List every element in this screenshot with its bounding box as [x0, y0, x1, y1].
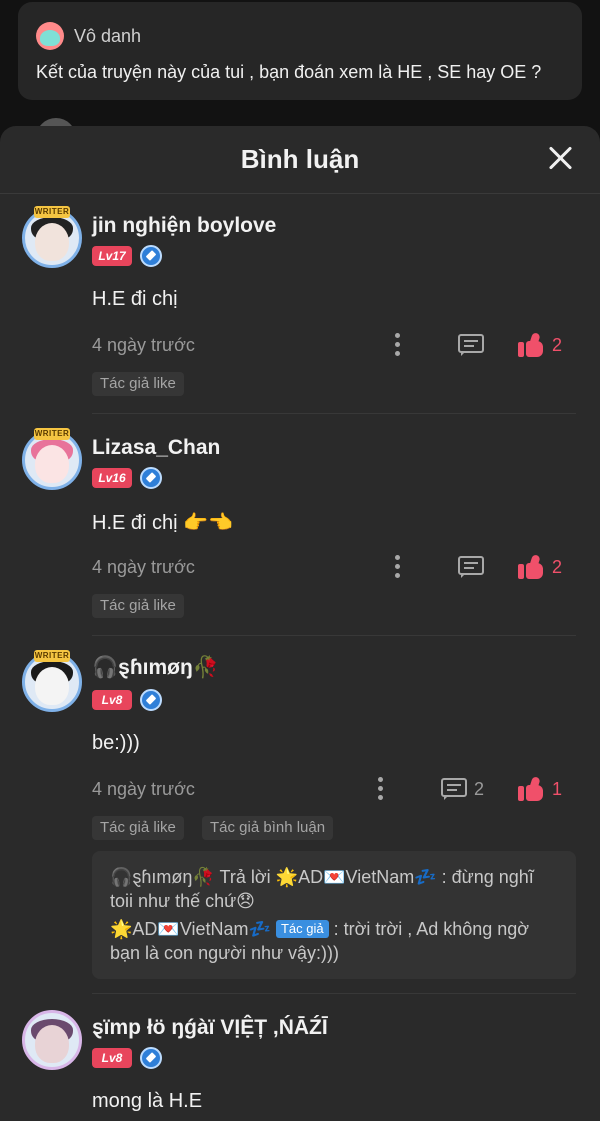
author-liked-tag: Tác giả like [92, 372, 184, 396]
verified-icon [140, 1047, 162, 1069]
author-commented-tag: Tác giả bình luận [202, 816, 334, 840]
comment-item: WRITER Lizasa_Chan Lv16 H.E đi chị 👉👈 4 … [0, 416, 600, 638]
more-options-icon[interactable] [392, 555, 402, 579]
like-icon[interactable] [518, 332, 544, 357]
username[interactable]: Lizasa_Chan [92, 436, 220, 460]
comment-text: H.E đi chị 👉👈 [92, 512, 233, 534]
comment-item: WRITER jin nghiện boylove Lv17 H.E đi ch… [0, 194, 600, 416]
divider [92, 993, 576, 994]
post-text: Kết của truyện này của tui , bạn đoán xe… [36, 62, 542, 82]
avatar[interactable] [22, 1010, 82, 1070]
writer-badge: WRITER [34, 206, 70, 218]
reply-icon[interactable] [458, 334, 484, 356]
username[interactable]: jin nghiện boylove [92, 214, 276, 238]
level-badge: Lv17 [92, 246, 132, 266]
replies-box[interactable]: 🎧ȿɦımøŋ🥀 Trả lời 🌟AD💌VietNam💤 : đừng ngh… [92, 851, 576, 979]
reply-action: Trả lời [219, 867, 271, 887]
avatar-face [35, 667, 69, 705]
reply-icon[interactable] [458, 556, 484, 578]
post-author: Vô danh [36, 22, 141, 50]
verified-icon [140, 467, 162, 489]
like-count: 1 [552, 779, 563, 799]
level-badge: Lv16 [92, 468, 132, 488]
like-icon[interactable] [518, 554, 544, 579]
like-icon[interactable] [518, 776, 544, 801]
level-badge: Lv8 [92, 690, 132, 710]
more-options-icon[interactable] [375, 777, 385, 801]
like-count: 2 [552, 557, 563, 577]
author-liked-tag: Tác giả like [92, 816, 184, 840]
divider [92, 635, 576, 636]
writer-badge: WRITER [34, 428, 70, 440]
author-liked-tag: Tác giả like [92, 594, 184, 618]
reply-icon[interactable] [441, 778, 467, 800]
like-count: 2 [552, 335, 563, 355]
verified-icon [140, 245, 162, 267]
comment-time: 4 ngày trước [92, 557, 195, 577]
comment-text: H.E đi chị [92, 288, 178, 310]
comment-item: ȿïmp łö ŋǵàï VỊỆȚ ,ŃĀŹĪ Lv8 mong là H.E [0, 996, 600, 1121]
reply-item: 🌟AD💌VietNam💤 Tác giả : trời trời , Ad kh… [110, 917, 558, 965]
reply-count: 2 [474, 779, 485, 799]
post-author-name: Vô danh [74, 25, 142, 46]
avatar-face [35, 445, 69, 483]
avatar-face [35, 1025, 69, 1063]
reply-item: 🎧ȿɦımøŋ🥀 Trả lời 🌟AD💌VietNam💤 : đừng ngh… [110, 865, 558, 913]
author-avatar [36, 22, 64, 50]
reply-from[interactable]: 🎧ȿɦımøŋ🥀 [110, 867, 215, 887]
author-chip: Tác giả [275, 920, 329, 938]
divider [92, 413, 576, 414]
comment-text: mong là H.E [92, 1090, 203, 1112]
background-post[interactable]: Vô danh Kết của truyện này của tui , bạn… [18, 2, 582, 100]
verified-icon [140, 689, 162, 711]
comment-item: WRITER 🎧ȿɦımøŋ🥀 Lv8 be:))) 4 ngày trước … [0, 638, 600, 994]
comment-time: 4 ngày trước [92, 779, 195, 799]
more-options-icon[interactable] [392, 333, 402, 357]
writer-badge: WRITER [34, 650, 70, 662]
comment-text: be:))) [92, 732, 140, 754]
reply-from[interactable]: 🌟AD💌VietNam💤 [110, 919, 271, 939]
username[interactable]: ȿïmp łö ŋǵàï VỊỆȚ ,ŃĀŹĪ [92, 1016, 328, 1040]
username[interactable]: 🎧ȿɦımøŋ🥀 [92, 656, 219, 680]
close-icon[interactable] [546, 144, 574, 172]
comments-sheet: Bình luận WRITER jin nghiện boylove Lv17… [0, 126, 600, 1121]
reply-to[interactable]: 🌟AD💌VietNam💤 [276, 867, 437, 887]
level-badge: Lv8 [92, 1048, 132, 1068]
avatar-face [35, 223, 69, 261]
sheet-title: Bình luận [240, 144, 360, 174]
sheet-header: Bình luận [0, 126, 600, 194]
comment-time: 4 ngày trước [92, 335, 195, 355]
